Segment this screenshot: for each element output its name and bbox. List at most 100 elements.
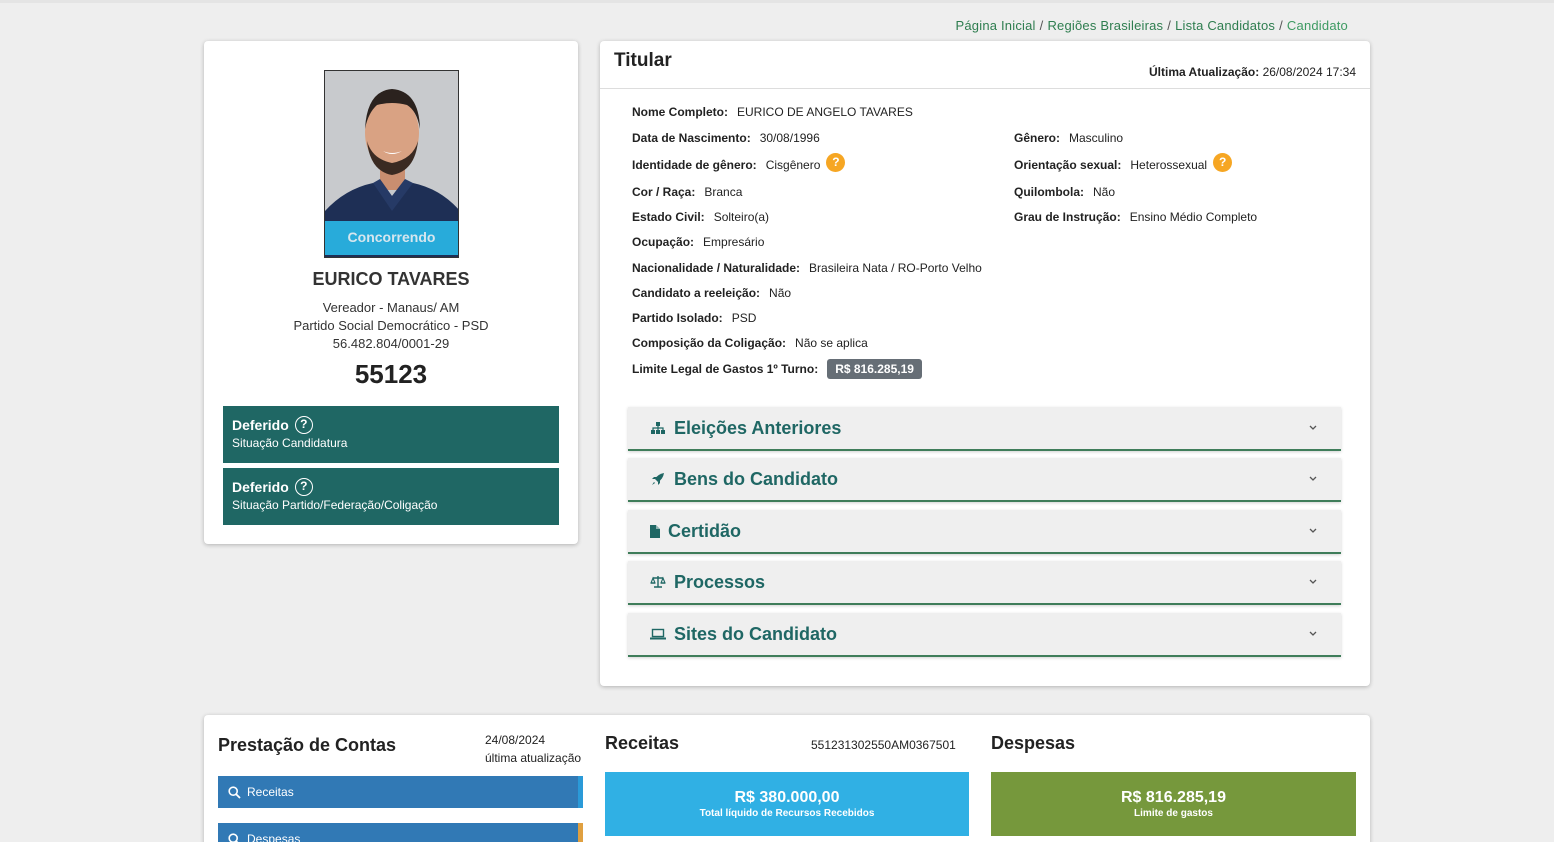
candidate-number: 55123 bbox=[354, 359, 428, 389]
accordion-processos[interactable]: Processos bbox=[628, 561, 1341, 605]
search-icon bbox=[228, 832, 239, 842]
breadcrumb-lista-candidatos[interactable]: Lista Candidatos bbox=[1175, 18, 1275, 33]
situation-title: Deferido bbox=[232, 479, 289, 495]
field-composicao-coligacao: Composição da Coligação: Não se aplica bbox=[632, 336, 868, 350]
sitemap-icon bbox=[650, 420, 666, 436]
field-value: Cisgênero bbox=[765, 157, 821, 172]
field-label: Quilombola: bbox=[1014, 185, 1084, 199]
field-label: Identidade de gênero: bbox=[632, 157, 757, 172]
field-cor-raca: Cor / Raça: Branca bbox=[632, 185, 742, 199]
chevron-down-icon bbox=[1309, 476, 1317, 481]
contas-update-date: 24/08/2024 bbox=[485, 733, 546, 747]
field-label: Nacionalidade / Naturalidade: bbox=[632, 261, 801, 275]
chevron-down-icon bbox=[1309, 425, 1317, 430]
field-value: Não bbox=[769, 286, 792, 300]
accordion-label: Bens do Candidato bbox=[674, 468, 839, 489]
breadcrumb: Página Inicial / Regiões Brasileiras / Lista… bbox=[956, 18, 1349, 33]
last-update-label: Última Atualização: bbox=[1148, 65, 1260, 79]
field-value: Ensino Médio Completo bbox=[1129, 210, 1258, 224]
despesas-value: R$ 816.285,19 bbox=[1121, 789, 1226, 806]
receitas-code: 551231302550AM0367501 bbox=[811, 738, 956, 752]
field-label: Ocupação: bbox=[632, 235, 695, 249]
chevron-down-icon bbox=[1309, 631, 1317, 636]
field-nacionalidade: Nacionalidade / Naturalidade: Brasileira… bbox=[632, 261, 982, 275]
candidate-cnpj: 56.482.804/0001-29 bbox=[332, 336, 450, 351]
receitas-button-label: Receitas bbox=[247, 785, 294, 799]
contas-update: 24/08/2024 última atualização bbox=[485, 731, 581, 767]
field-genero: Gênero: Masculino bbox=[1014, 131, 1123, 145]
receitas-total-box: R$ 380.000,00 Total líquido de Recursos … bbox=[605, 772, 969, 836]
receitas-desc: Total líquido de Recursos Recebidos bbox=[699, 808, 875, 819]
help-circle-icon[interactable]: ? bbox=[294, 416, 313, 434]
field-label: Partido Isolado: bbox=[632, 311, 723, 325]
situation-subtitle: Situação Candidatura bbox=[232, 436, 348, 450]
contas-title: Prestação de Contas bbox=[218, 735, 397, 755]
prestacao-contas-card: Prestação de Contas 24/08/2024 última at… bbox=[204, 715, 1370, 842]
titular-header: Titular Última Atualização: 26/08/2024 1… bbox=[600, 41, 1370, 89]
field-value: Brasileira Nata / RO-Porto Velho bbox=[809, 261, 982, 275]
breadcrumb-regioes[interactable]: Regiões Brasileiras bbox=[1047, 18, 1163, 33]
field-value: PSD bbox=[731, 311, 757, 325]
field-value: Empresário bbox=[703, 235, 765, 249]
field-partido-isolado: Partido Isolado: PSD bbox=[632, 311, 756, 325]
field-reeleicao: Candidato a reeleição: Não bbox=[632, 286, 791, 300]
balance-scale-icon bbox=[650, 574, 666, 590]
breadcrumb-current: Candidato bbox=[1286, 18, 1348, 33]
accordion-bens-candidato[interactable]: Bens do Candidato bbox=[628, 458, 1341, 502]
despesas-total-box: R$ 816.285,19 Limite de gastos bbox=[991, 772, 1356, 836]
field-orientacao-sexual: Orientação sexual: Heterossexual ? bbox=[1014, 153, 1233, 172]
field-value: Masculino bbox=[1069, 131, 1124, 145]
field-quilombola: Quilombola: Não bbox=[1014, 185, 1115, 199]
contas-update-label: última atualização bbox=[485, 751, 582, 765]
field-value: Branca bbox=[704, 185, 743, 199]
field-label: Composição da Coligação: bbox=[632, 336, 787, 350]
field-label: Data de Nascimento: bbox=[632, 131, 751, 145]
accordion-label: Certidão bbox=[668, 520, 742, 541]
breadcrumb-home[interactable]: Página Inicial bbox=[956, 18, 1036, 33]
situation-partido: Deferido ? Situação Partido/Federação/Co… bbox=[223, 468, 559, 525]
field-value: Não se aplica bbox=[795, 336, 868, 350]
field-label: Nome Completo: bbox=[632, 105, 728, 119]
candidate-status-label: Concorrendo bbox=[325, 221, 458, 255]
field-value: EURICO DE ANGELO TAVARES bbox=[737, 105, 913, 119]
field-identidade-genero: Identidade de gênero: Cisgênero ? bbox=[632, 153, 846, 172]
field-label: Orientação sexual: bbox=[1014, 157, 1122, 172]
chevron-down-icon bbox=[1309, 528, 1317, 533]
help-circle-icon[interactable]: ? bbox=[294, 478, 313, 496]
help-circle-icon[interactable]: ? bbox=[826, 153, 846, 172]
field-label: Limite Legal de Gastos 1º Turno: bbox=[632, 362, 819, 376]
field-label: Estado Civil: bbox=[632, 210, 705, 224]
situation-candidatura: Deferido ? Situação Candidatura bbox=[223, 406, 559, 463]
candidate-role: Vereador - Manaus/ AM bbox=[322, 300, 460, 315]
titular-title: Titular bbox=[614, 50, 672, 71]
breadcrumb-separator: / bbox=[1167, 18, 1172, 33]
receitas-button[interactable]: Receitas bbox=[218, 776, 583, 808]
accordion-sites-candidato[interactable]: Sites do Candidato bbox=[628, 613, 1341, 657]
field-value: Solteiro(a) bbox=[713, 210, 770, 224]
candidate-name: EURICO TAVARES bbox=[312, 269, 470, 289]
field-label: Gênero: bbox=[1014, 131, 1061, 145]
despesas-desc: Limite de gastos bbox=[1134, 808, 1213, 819]
spending-limit-badge: R$ 816.285,19 bbox=[827, 359, 922, 379]
field-label: Grau de Instrução: bbox=[1014, 210, 1121, 224]
accordion-certidao[interactable]: Certidão bbox=[628, 510, 1341, 554]
field-grau-instrucao: Grau de Instrução: Ensino Médio Completo bbox=[1014, 210, 1257, 224]
receitas-title: Receitas bbox=[605, 733, 680, 753]
last-update: Última Atualização: 26/08/2024 17:34 bbox=[1149, 65, 1356, 79]
accordion-label: Eleições Anteriores bbox=[674, 417, 842, 438]
last-update-value: 26/08/2024 17:34 bbox=[1262, 65, 1356, 79]
chevron-down-icon bbox=[1309, 579, 1317, 584]
situation-subtitle: Situação Partido/Federação/Coligação bbox=[232, 498, 438, 512]
field-data-nascimento: Data de Nascimento: 30/08/1996 bbox=[632, 131, 820, 145]
titular-card: Titular Última Atualização: 26/08/2024 1… bbox=[600, 41, 1370, 686]
file-icon bbox=[650, 523, 660, 539]
field-label: Cor / Raça: bbox=[632, 185, 696, 199]
despesas-button-label: Despesas bbox=[247, 832, 301, 842]
despesas-button[interactable]: Despesas bbox=[218, 823, 583, 842]
help-circle-icon[interactable]: ? bbox=[1213, 153, 1233, 172]
field-estado-civil: Estado Civil: Solteiro(a) bbox=[632, 210, 769, 224]
accordion-eleicoes-anteriores[interactable]: Eleições Anteriores bbox=[628, 407, 1341, 451]
field-ocupacao: Ocupação: Empresário bbox=[632, 235, 764, 249]
despesas-title: Despesas bbox=[991, 733, 1076, 753]
field-value: Heterossexual bbox=[1130, 157, 1208, 172]
